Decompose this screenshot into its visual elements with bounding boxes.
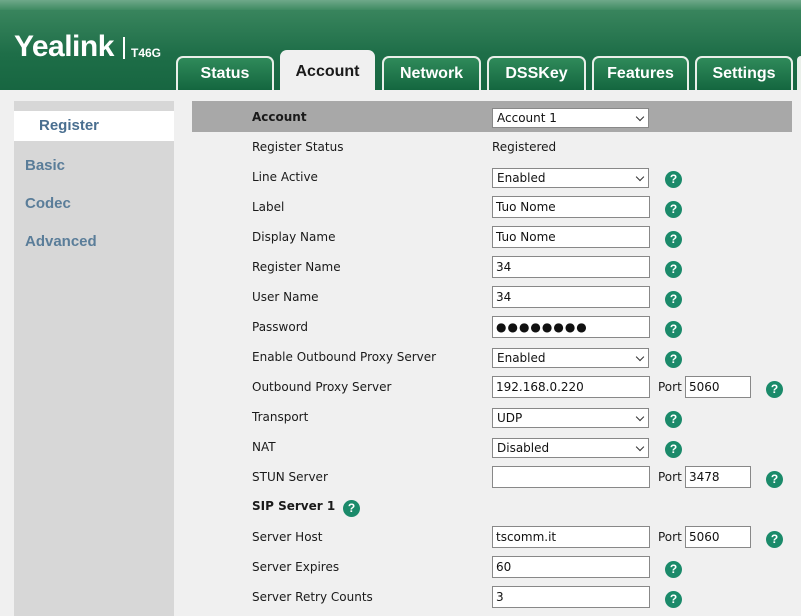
nat-value: Disabled [497,441,550,455]
server-host-label: Server Host [252,530,323,544]
help-icon[interactable]: ? [766,471,783,488]
nat-label: NAT [252,440,276,454]
tab-account[interactable]: Account [280,50,375,92]
chevron-down-icon [635,172,645,182]
register-status-label: Register Status [252,140,344,154]
server-host-port-label: Port [658,530,682,544]
help-icon[interactable]: ? [665,171,682,188]
sidebar-item-register[interactable]: Register [14,111,174,141]
tab-features[interactable]: Features [592,56,689,90]
help-icon[interactable]: ? [665,201,682,218]
logo-separator [123,37,125,59]
register-name-input[interactable]: 34 [492,256,650,278]
server-retry-label: Server Retry Counts [252,590,373,604]
register-name-label: Register Name [252,260,341,274]
user-name-label: User Name [252,290,319,304]
help-icon[interactable]: ? [766,531,783,548]
outbound-proxy-port-label: Port [658,380,682,394]
sidebar-item-basic[interactable]: Basic [25,157,65,174]
chevron-down-icon [635,412,645,422]
model-label: T46G [131,46,162,60]
sidebar-item-advanced[interactable]: Advanced [25,233,97,250]
server-host-port-input[interactable]: 5060 [685,526,751,548]
account-select[interactable]: Account 1 [492,108,649,128]
outbound-proxy-enable-label: Enable Outbound Proxy Server [252,350,437,364]
tab-overflow-edge [797,56,801,90]
outbound-proxy-label: Outbound Proxy Server [252,380,392,394]
user-name-input[interactable]: 34 [492,286,650,308]
server-expires-input[interactable]: 60 [492,556,650,578]
stun-server-label: STUN Server [252,470,328,484]
tab-settings[interactable]: Settings [695,56,793,90]
register-status-value: Registered [492,140,557,154]
tab-network[interactable]: Network [382,56,481,90]
account-select-value: Account 1 [497,111,557,125]
stun-server-input[interactable] [492,466,650,488]
help-icon[interactable]: ? [343,500,360,517]
line-active-select[interactable]: Enabled [492,168,649,188]
help-icon[interactable]: ? [766,381,783,398]
outbound-proxy-enable-value: Enabled [497,351,546,365]
help-icon[interactable]: ? [665,231,682,248]
chevron-down-icon [635,352,645,362]
tab-dsskey[interactable]: DSSKey [487,56,586,90]
chevron-down-icon [635,442,645,452]
help-icon[interactable]: ? [665,591,682,608]
help-icon[interactable]: ? [665,561,682,578]
help-icon[interactable]: ? [665,351,682,368]
transport-label: Transport [252,410,309,424]
help-icon[interactable]: ? [665,261,682,278]
server-expires-label: Server Expires [252,560,340,574]
server-retry-input[interactable]: 3 [492,586,650,608]
header-top-strip [0,0,801,10]
account-label: Account [252,110,307,124]
transport-value: UDP [497,411,523,425]
help-icon[interactable]: ? [665,291,682,308]
nat-select[interactable]: Disabled [492,438,649,458]
stun-port-label: Port [658,470,682,484]
sip-server-heading: SIP Server 1 [252,499,336,513]
chevron-down-icon [635,112,645,122]
help-icon[interactable]: ? [665,441,682,458]
label-label: Label [252,200,285,214]
display-name-label: Display Name [252,230,336,244]
password-input[interactable]: ●●●●●●●● [492,316,650,338]
tab-status[interactable]: Status [176,56,274,90]
display-name-input[interactable]: Tuo Nome [492,226,650,248]
outbound-proxy-port-input[interactable]: 5060 [685,376,751,398]
sidebar-item-codec[interactable]: Codec [25,195,71,212]
stun-port-input[interactable]: 3478 [685,466,751,488]
help-icon[interactable]: ? [665,321,682,338]
transport-select[interactable]: UDP [492,408,649,428]
line-active-label: Line Active [252,170,318,184]
help-icon[interactable]: ? [665,411,682,428]
password-label: Password [252,320,309,334]
outbound-proxy-enable-select[interactable]: Enabled [492,348,649,368]
brand-logo: Yealink [14,30,114,63]
outbound-proxy-input[interactable]: 192.168.0.220 [492,376,650,398]
sidebar [14,101,174,616]
label-input[interactable]: Tuo Nome [492,196,650,218]
line-active-value: Enabled [497,171,546,185]
server-host-input[interactable]: tscomm.it [492,526,650,548]
